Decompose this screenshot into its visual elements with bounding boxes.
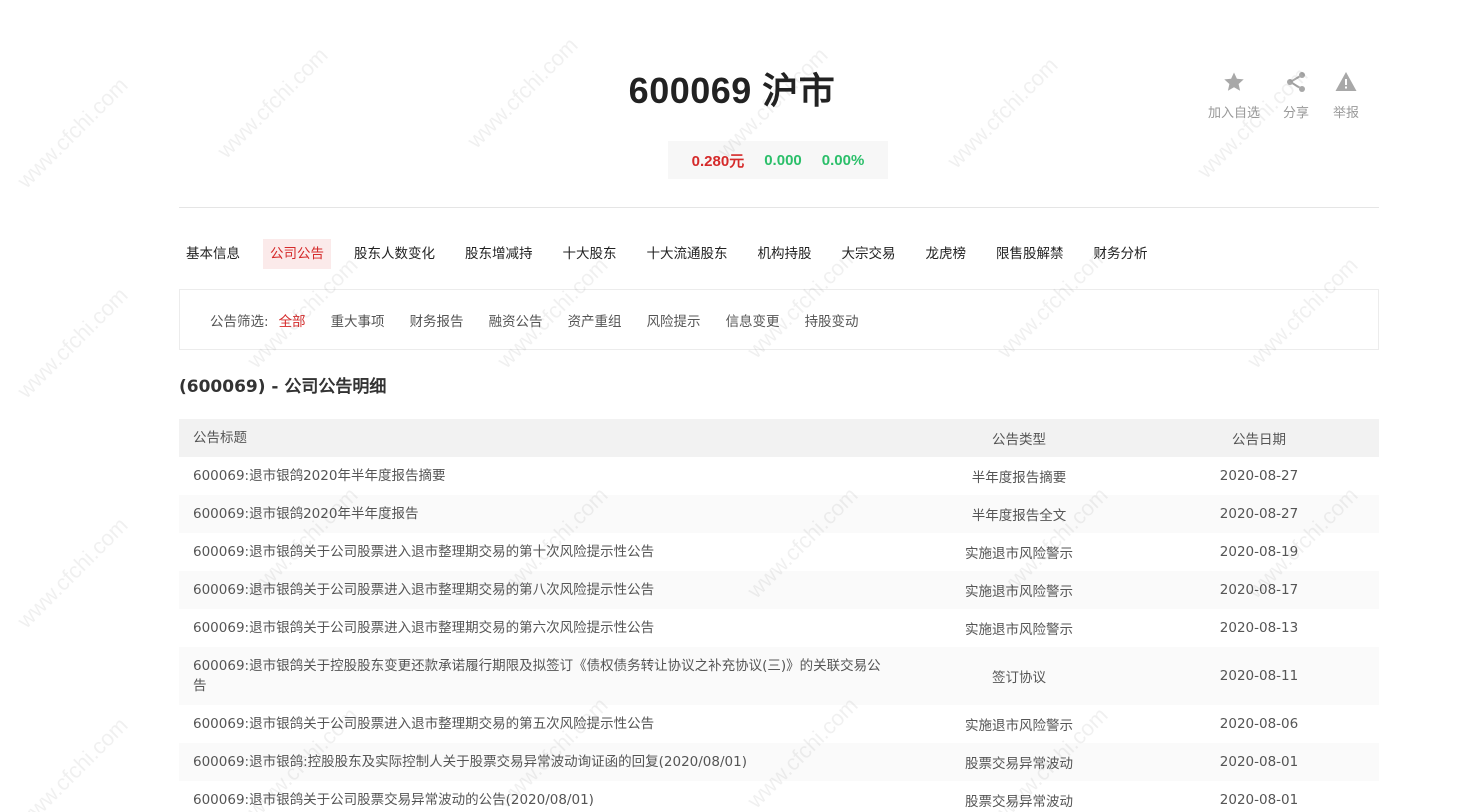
- announcement-type: 实施退市风险警示: [965, 584, 1073, 600]
- announcement-type: 实施退市风险警示: [965, 622, 1073, 638]
- table-row: 600069:退市银鸽2020年半年度报告摘要 半年度报告摘要 2020-08-27: [179, 457, 1379, 495]
- warning-icon: [1334, 70, 1358, 102]
- announcement-date: 2020-08-27: [1219, 468, 1299, 484]
- announcement-title-link[interactable]: 600069:退市银鸽关于公司股票进入退市整理期交易的第八次风险提示性公告: [179, 580, 899, 600]
- table-row: 600069:退市银鸽关于公司股票进入退市整理期交易的第六次风险提示性公告 实施退…: [179, 609, 1379, 647]
- announcement-type: 签订协议: [992, 670, 1046, 686]
- filter-label: 公告筛选:: [210, 313, 269, 330]
- tab-item[interactable]: 股东人数变化: [347, 239, 442, 269]
- header-divider: [179, 207, 1379, 208]
- watermark: www.cfchi.com: [12, 512, 133, 633]
- tab-item[interactable]: 股东增减持: [458, 239, 540, 269]
- announcement-type: 半年度报告全文: [971, 508, 1067, 524]
- header-actions: 加入自选 分享 举报: [1200, 70, 1368, 121]
- share-label: 分享: [1282, 106, 1309, 121]
- tab-item[interactable]: 机构持股: [751, 239, 819, 269]
- star-icon: [1222, 70, 1246, 102]
- watermark: www.cfchi.com: [12, 282, 133, 403]
- filter-item[interactable]: 全部: [279, 310, 306, 330]
- announcement-title-link[interactable]: 600069:退市银鸽关于公司股票进入退市整理期交易的第六次风险提示性公告: [179, 618, 899, 638]
- tab-item[interactable]: 十大流通股东: [640, 239, 735, 269]
- announcement-date: 2020-08-19: [1219, 544, 1299, 560]
- announcement-title-link[interactable]: 600069:退市银鸽关于公司股票进入退市整理期交易的第十次风险提示性公告: [179, 542, 899, 562]
- watermark: www.cfchi.com: [12, 712, 133, 812]
- announcement-title-link[interactable]: 600069:退市银鸽2020年半年度报告: [179, 504, 899, 524]
- share-icon: [1284, 70, 1308, 102]
- announcement-date: 2020-08-17: [1219, 582, 1299, 598]
- announcement-type: 实施退市风险警示: [965, 718, 1073, 734]
- announcement-title-link[interactable]: 600069:退市银鸽关于控股股东变更还款承诺履行期限及拟签订《债权债务转让协议…: [179, 656, 899, 696]
- stock-header: 600069 沪市 0.280元 0.000 0.00% 加入自选 分享 举报: [0, 0, 1464, 210]
- announcement-title-link[interactable]: 600069:退市银鸽:控股股东及实际控制人关于股票交易异常波动询证函的回复(2…: [179, 752, 899, 772]
- tab-item[interactable]: 公司公告: [263, 239, 331, 269]
- filter-item[interactable]: 持股变动: [805, 310, 859, 330]
- announcement-date: 2020-08-11: [1219, 668, 1299, 684]
- quote-box: 0.280元 0.000 0.00%: [668, 141, 888, 179]
- filter-item[interactable]: 资产重组: [568, 310, 622, 330]
- header-title: 公告标题: [193, 430, 247, 446]
- table-row: 600069:退市银鸽2020年半年度报告 半年度报告全文 2020-08-27: [179, 495, 1379, 533]
- add-favorite-label: 加入自选: [1207, 106, 1260, 121]
- table-row: 600069:退市银鸽关于公司股票进入退市整理期交易的第八次风险提示性公告 实施退…: [179, 571, 1379, 609]
- header-type: 公告类型: [992, 432, 1046, 448]
- announcement-filter: 公告筛选: 全部 重大事项 财务报告 融资公告 资产重组 风险提示 信息变更 持股变动: [179, 289, 1379, 350]
- header-date: 公告日期: [1232, 432, 1286, 448]
- filter-item[interactable]: 信息变更: [726, 310, 780, 330]
- add-favorite-button[interactable]: 加入自选: [1200, 70, 1268, 121]
- table-row: 600069:退市银鸽关于公司股票进入退市整理期交易的第五次风险提示性公告 实施退…: [179, 705, 1379, 743]
- tab-item[interactable]: 财务分析: [1087, 239, 1155, 269]
- announcement-title-link[interactable]: 600069:退市银鸽关于公司股票进入退市整理期交易的第五次风险提示性公告: [179, 714, 899, 734]
- announcement-type: 股票交易异常波动: [965, 794, 1073, 810]
- tab-item[interactable]: 十大股东: [556, 239, 624, 269]
- table-row: 600069:退市银鸽:控股股东及实际控制人关于股票交易异常波动询证函的回复(2…: [179, 743, 1379, 781]
- tab-item[interactable]: 限售股解禁: [989, 239, 1071, 269]
- announcement-date: 2020-08-06: [1219, 716, 1299, 732]
- announcement-date: 2020-08-01: [1219, 792, 1299, 808]
- stock-change: 0.000: [764, 151, 802, 169]
- announcement-type: 股票交易异常波动: [965, 756, 1073, 772]
- table-row: 600069:退市银鸽关于控股股东变更还款承诺履行期限及拟签订《债权债务转让协议…: [179, 647, 1379, 705]
- announcement-date: 2020-08-01: [1219, 754, 1299, 770]
- announcement-title-link[interactable]: 600069:退市银鸽2020年半年度报告摘要: [179, 466, 899, 486]
- share-button[interactable]: 分享: [1268, 70, 1324, 121]
- filter-item[interactable]: 风险提示: [647, 310, 701, 330]
- announcement-date: 2020-08-27: [1219, 506, 1299, 522]
- tab-item[interactable]: 基本信息: [179, 239, 247, 269]
- announcement-type: 半年度报告摘要: [971, 470, 1067, 486]
- announcement-date: 2020-08-13: [1219, 620, 1299, 636]
- filter-item[interactable]: 融资公告: [489, 310, 543, 330]
- filter-item[interactable]: 重大事项: [331, 310, 385, 330]
- stock-price: 0.280元: [691, 152, 745, 170]
- report-button[interactable]: 举报: [1324, 70, 1368, 121]
- stock-tabs: 基本信息 公司公告 股东人数变化 股东增减持 十大股东 十大流通股东 机构持股 大宗交易 龙虎榜…: [179, 239, 1171, 269]
- filter-item[interactable]: 财务报告: [410, 310, 464, 330]
- announcement-type: 实施退市风险警示: [965, 546, 1073, 562]
- report-label: 举报: [1332, 106, 1359, 121]
- tab-item[interactable]: 龙虎榜: [919, 239, 974, 269]
- table-row: 600069:退市银鸽关于公司股票进入退市整理期交易的第十次风险提示性公告 实施退…: [179, 533, 1379, 571]
- stock-change-pct: 0.00%: [821, 151, 865, 169]
- table-row: 600069:退市银鸽关于公司股票交易异常波动的公告(2020/08/01) 股票…: [179, 781, 1379, 812]
- section-title: (600069) - 公司公告明细: [179, 377, 387, 397]
- announcement-title-link[interactable]: 600069:退市银鸽关于公司股票交易异常波动的公告(2020/08/01): [179, 790, 899, 810]
- announcement-table: 公告标题 公告类型 公告日期 600069:退市银鸽2020年半年度报告摘要半年…: [179, 419, 1379, 812]
- tab-item[interactable]: 大宗交易: [835, 239, 903, 269]
- table-header: 公告标题 公告类型 公告日期: [179, 419, 1379, 457]
